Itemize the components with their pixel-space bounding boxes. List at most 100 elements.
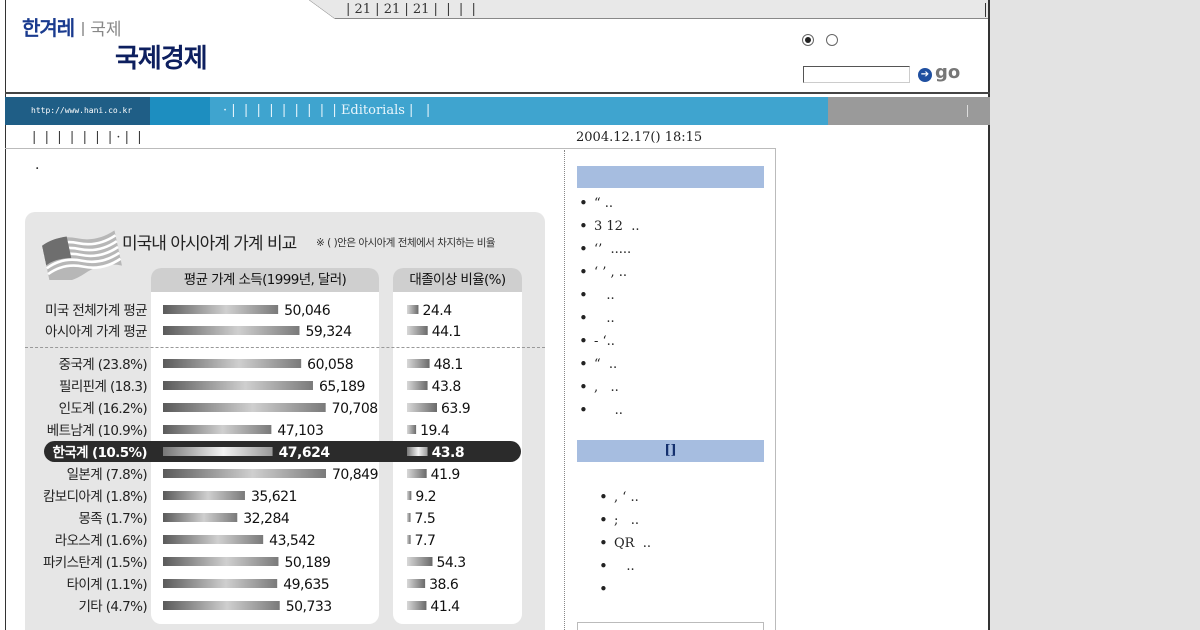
- income-bar: [163, 601, 280, 610]
- sidebar-1-item[interactable]: ‘’ .....: [579, 238, 639, 261]
- college-bar: [407, 305, 419, 314]
- arrow-right-circle-icon: ➔: [918, 68, 932, 82]
- nav-links[interactable]: · | | | | | | | | |: [223, 103, 341, 118]
- college-value-label: 44.1: [432, 324, 461, 340]
- sidebar-2-item[interactable]: ; ..: [599, 509, 651, 532]
- college-value-label: 43.8: [432, 445, 465, 461]
- category-label: 한국계 (10.5%): [52, 445, 147, 461]
- category-label: 아시아계 가계 평균: [45, 324, 147, 340]
- infographic: 미국내 아시아계 가계 비교 ※ ( )안은 아시아계 전체에서 차지하는 비율…: [25, 212, 545, 630]
- sidebar-1-item[interactable]: ..: [579, 307, 639, 330]
- top-tab-strip: | 21 | 21 | 21 | | | |: [309, 0, 988, 19]
- sidebar-1-item[interactable]: ..: [579, 399, 639, 422]
- category-label: 필리핀계 (18.3): [59, 379, 147, 395]
- nav-gray-block: [828, 97, 990, 125]
- page-title: 국제경제: [115, 44, 208, 74]
- nav-items: · | | | | | | | | | Editorials | |: [223, 103, 430, 118]
- income-bar: [163, 579, 278, 588]
- category-label: 기타 (4.7%): [78, 599, 147, 615]
- sidebar-1-item[interactable]: ‘ ’ , ..: [579, 261, 639, 284]
- go-label: go: [935, 62, 961, 83]
- brand-logo[interactable]: 한겨레: [22, 16, 75, 40]
- sidebar-section-1-header: [577, 166, 764, 188]
- sidebar-1-item[interactable]: ..: [579, 284, 639, 307]
- nav-links-tail[interactable]: | |: [405, 103, 430, 118]
- search-scope-radio-2[interactable]: [826, 34, 838, 46]
- logo-separator: [82, 22, 85, 36]
- income-bar: [163, 326, 300, 335]
- category-label: 캄보디아계 (1.8%): [43, 489, 147, 505]
- income-value-label: 65,189: [319, 379, 365, 395]
- sidebar-list-1: “ ..3 12 ..‘’ .....‘ ’ , .. .. ..- ‘..“ …: [579, 192, 639, 422]
- income-value-label: 50,046: [284, 303, 331, 319]
- college-bar: [407, 469, 427, 478]
- sidebar-box: [577, 622, 764, 630]
- sidebar-1-item[interactable]: , ..: [579, 376, 639, 399]
- sidebar-1-item[interactable]: 3 12 ..: [579, 215, 639, 238]
- category-label: 타이계 (1.1%): [67, 577, 148, 593]
- sidebar-2-item[interactable]: , ‘ ..: [599, 486, 651, 509]
- income-bar: [163, 557, 279, 566]
- income-bar: [163, 469, 326, 478]
- college-bar: [407, 326, 428, 335]
- college-value-label: 48.1: [434, 357, 463, 373]
- top-strip-end-divider: [985, 3, 986, 17]
- college-value-label: 43.8: [432, 379, 461, 395]
- income-bar: [163, 491, 245, 500]
- top-strip-links[interactable]: | 21 | 21 | 21 | | | |: [346, 2, 476, 17]
- right-gray-margin: [990, 0, 1200, 630]
- college-bar: [407, 513, 411, 522]
- college-value-label: 63.9: [441, 401, 470, 417]
- income-value-label: 50,189: [284, 555, 330, 571]
- college-bar: [407, 403, 437, 412]
- category-label: 라오스계 (1.6%): [55, 533, 148, 549]
- college-value-label: 19.4: [420, 423, 450, 439]
- nav-item-editorials[interactable]: Editorials: [341, 103, 405, 118]
- category-label: 파키스탄계 (1.5%): [43, 555, 147, 571]
- sidebar-1-item[interactable]: - ‘..: [579, 330, 639, 353]
- income-value-label: 35,621: [251, 489, 297, 505]
- income-value-label: 50,733: [286, 599, 332, 615]
- college-value-label: 38.6: [429, 577, 459, 593]
- sidebar-list-2: , ‘ ..; ..QR .. ..: [599, 486, 651, 601]
- content-right-rule: [775, 148, 776, 630]
- income-value-label: 43,542: [269, 533, 315, 549]
- sidebar-section-2-header: []: [577, 440, 764, 462]
- search-input[interactable]: [803, 66, 910, 83]
- college-bar: [407, 381, 428, 390]
- sidebar-2-item[interactable]: ..: [599, 555, 651, 578]
- college-value-label: 41.4: [430, 599, 460, 615]
- income-value-label: 70,849: [332, 467, 378, 483]
- college-value-label: 7.7: [415, 533, 436, 549]
- income-value-label: 70,708: [332, 401, 378, 417]
- category-label: 베트남계 (10.9%): [47, 423, 148, 439]
- nav-bar: http://www.hani.co.kr · | | | | | | | | …: [5, 97, 990, 125]
- go-button[interactable]: ➔ go: [918, 62, 961, 85]
- college-bar: [407, 359, 430, 368]
- income-bar: [163, 513, 238, 522]
- college-bar: [407, 557, 433, 566]
- sidebar-1-item[interactable]: “ ..: [579, 192, 639, 215]
- search-scope-radio-1[interactable]: [802, 34, 814, 46]
- income-bar: [163, 381, 313, 390]
- income-value-label: 49,635: [283, 577, 329, 593]
- category-label: 중국계 (23.8%): [59, 357, 148, 373]
- category-label: 일본계 (7.8%): [67, 467, 148, 483]
- section-name: 국제: [90, 20, 122, 40]
- sidebar-2-item[interactable]: QR ..: [599, 532, 651, 555]
- chart-plot: 미국 전체가계 평균 50,046 24.4 아시아계 가계 평균 59,324 44.1…: [43, 303, 471, 615]
- college-value-label: 24.4: [422, 303, 452, 319]
- sidebar-2-item[interactable]: [599, 578, 651, 601]
- income-value-label: 59,324: [305, 324, 352, 340]
- header-rule: [5, 92, 990, 94]
- subnav-links[interactable]: | | | | | | | · | |: [32, 130, 142, 145]
- income-value-label: 60,058: [307, 357, 353, 373]
- logo[interactable]: 한겨레 국제: [22, 12, 121, 41]
- nav-gray-divider: [967, 105, 968, 117]
- college-bar: [407, 447, 428, 456]
- college-bar: [407, 601, 427, 610]
- college-bar: [407, 491, 412, 500]
- nav-url-label[interactable]: http://www.hani.co.kr: [5, 97, 150, 125]
- sidebar-1-item[interactable]: “ ..: [579, 353, 639, 376]
- college-bar: [407, 579, 426, 588]
